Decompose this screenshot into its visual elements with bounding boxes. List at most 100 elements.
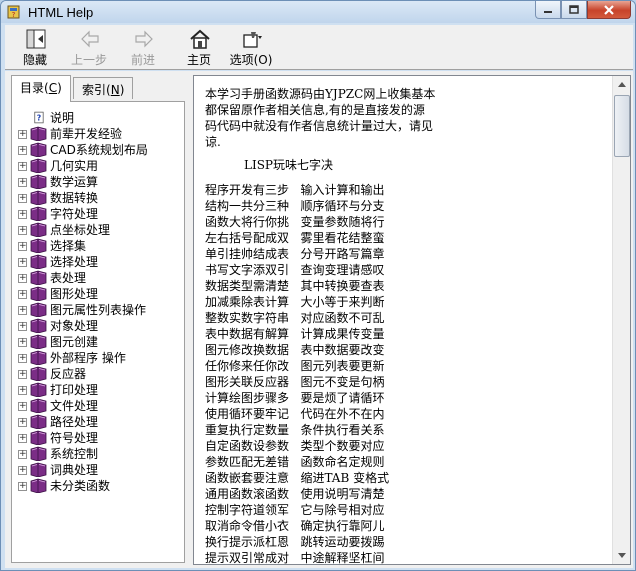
window-title: HTML Help <box>28 5 94 20</box>
back-button[interactable]: 上一步 <box>65 27 113 67</box>
tree-item-label: 字符处理 <box>50 207 99 221</box>
tree-item[interactable]: + 点坐标处理 <box>14 222 182 238</box>
poem-line: 参数匹配无差错 函数命名定规则 <box>205 455 385 469</box>
tree-item[interactable]: + 几何实用 <box>14 158 182 174</box>
poem-line: 图形关联反应器 图元不变是句柄 <box>205 375 385 389</box>
options-button[interactable]: 选项(O) <box>227 27 275 67</box>
minimize-button[interactable] <box>535 1 561 19</box>
expand-plus-icon[interactable]: + <box>18 338 27 347</box>
expand-plus-icon[interactable]: + <box>18 418 27 427</box>
tree-item[interactable]: + CAD系统规划布局 <box>14 142 182 158</box>
tree-item[interactable]: ? 说明 <box>14 110 182 126</box>
expand-plus-icon[interactable]: + <box>18 434 27 443</box>
expand-plus-icon[interactable]: + <box>18 402 27 411</box>
tree-item-label: 选择集 <box>50 239 87 253</box>
tree-item[interactable]: + 系统控制 <box>14 446 182 462</box>
maximize-button[interactable] <box>561 1 587 19</box>
tree-item[interactable]: + 反应器 <box>14 366 182 382</box>
title-bar[interactable]: ? HTML Help <box>1 1 635 23</box>
hide-button[interactable]: 隐藏 <box>11 27 59 67</box>
expand-plus-icon[interactable]: + <box>18 290 27 299</box>
hide-pane-icon <box>26 29 46 49</box>
poem-line: 提示双引常成对 中途解释坚杠间 <box>205 551 385 565</box>
expand-plus-icon[interactable]: + <box>18 306 27 315</box>
expand-plus-icon[interactable]: + <box>18 450 27 459</box>
tab-contents[interactable]: 目录(C) <box>11 75 71 102</box>
expand-plus-icon[interactable]: + <box>18 226 27 235</box>
expand-plus-icon[interactable]: + <box>18 178 27 187</box>
expand-plus-icon[interactable]: + <box>18 162 27 171</box>
tree-item[interactable]: + 图形处理 <box>14 286 182 302</box>
expand-plus-icon[interactable]: + <box>18 210 27 219</box>
poem-line: 使用循环要牢记 代码在外不在内 <box>205 407 385 421</box>
tree-item[interactable]: + 表处理 <box>14 270 182 286</box>
tree-item[interactable]: + 选择处理 <box>14 254 182 270</box>
intro-line: 谅. <box>205 135 221 149</box>
tree-item[interactable]: + 词典处理 <box>14 462 182 478</box>
book-icon <box>30 126 47 141</box>
book-icon <box>30 382 47 397</box>
tree-item[interactable]: + 数学运算 <box>14 174 182 190</box>
tree-item-label: 反应器 <box>50 367 87 381</box>
expand-plus-icon[interactable]: + <box>18 242 27 251</box>
book-icon <box>30 222 47 237</box>
book-icon <box>30 430 47 445</box>
options-label: 选项(O) <box>229 53 273 67</box>
expand-plus-icon[interactable]: + <box>18 322 27 331</box>
home-label: 主页 <box>186 53 211 67</box>
vertical-scrollbar[interactable] <box>612 76 630 564</box>
maximize-icon <box>569 5 579 14</box>
poem-line: 通用函数滚函数 使用说明写清楚 <box>205 487 385 501</box>
tree-item[interactable]: + 外部程序 操作 <box>14 350 182 366</box>
poem-line: 换行提示派杠恩 跳转运动要拨踢 <box>205 535 385 549</box>
pane-splitter[interactable] <box>185 71 193 568</box>
back-label: 上一步 <box>70 53 107 67</box>
expand-plus-icon[interactable]: + <box>18 354 27 363</box>
tree-item-label: 词典处理 <box>50 463 99 477</box>
tree-item[interactable]: + 字符处理 <box>14 206 182 222</box>
poem-line: 函数嵌套要注意 缩进TAB 变格式 <box>205 471 390 485</box>
tab-contents-label: 目录 <box>20 81 45 95</box>
expand-plus-icon[interactable]: + <box>18 482 27 491</box>
minimize-icon <box>544 10 552 13</box>
forward-button[interactable]: 前进 <box>119 27 167 67</box>
book-icon <box>30 270 47 285</box>
expand-plus-icon[interactable]: + <box>18 194 27 203</box>
expand-plus-icon[interactable]: + <box>18 386 27 395</box>
expand-plus-icon[interactable]: + <box>18 466 27 475</box>
expand-plus-icon[interactable]: + <box>18 370 27 379</box>
tree-item[interactable]: + 文件处理 <box>14 398 182 414</box>
tree-item[interactable]: + 打印处理 <box>14 382 182 398</box>
tree-item[interactable]: + 路径处理 <box>14 414 182 430</box>
scroll-thumb[interactable] <box>614 95 630 157</box>
tree-item-label: 图元创建 <box>50 335 99 349</box>
tree-item-label: CAD系统规划布局 <box>50 143 148 157</box>
help-book-icon: ? <box>7 5 20 19</box>
tree-item[interactable]: + 图元创建 <box>14 334 182 350</box>
intro-line: 本学习手册函数源码由YJPZC网上收集基本 <box>205 87 436 101</box>
scroll-down-button[interactable] <box>614 547 629 564</box>
contents-panel: ? 说明 + 前辈开发经验 + CAD系统规划布局 + 几何实用 + 数学运算 + 数据转换 + 字符处理… <box>11 101 185 563</box>
expand-plus-icon[interactable]: + <box>18 274 27 283</box>
expand-plus-icon[interactable]: + <box>18 258 27 267</box>
tree-item[interactable]: + 图元属性列表操作 <box>14 302 182 318</box>
svg-text:?: ? <box>12 11 16 19</box>
tree-item[interactable]: + 数据转换 <box>14 190 182 206</box>
poem-line: 程序开发有三步 输入计算和输出 <box>205 183 385 197</box>
poem-line: 取消命令借小衣 确定执行靠阿儿 <box>205 519 385 533</box>
book-icon <box>30 190 47 205</box>
close-button[interactable] <box>587 1 631 19</box>
tree-item[interactable]: + 前辈开发经验 <box>14 126 182 142</box>
expand-plus-icon[interactable]: + <box>18 146 27 155</box>
tree-item-label: 系统控制 <box>50 447 99 461</box>
tree-item[interactable]: + 符号处理 <box>14 430 182 446</box>
tree-item[interactable]: + 选择集 <box>14 238 182 254</box>
tab-index[interactable]: 索引(N) <box>73 77 133 99</box>
scroll-up-button[interactable] <box>614 76 629 93</box>
tree-item[interactable]: + 对象处理 <box>14 318 182 334</box>
poem-line: 控制字符道领军 它与除号相对应 <box>205 503 385 517</box>
expand-plus-icon[interactable]: + <box>18 130 27 139</box>
tree-item[interactable]: + 未分类函数 <box>14 478 182 494</box>
home-button[interactable]: 主页 <box>175 27 223 67</box>
tab-contents-key: C <box>48 81 58 95</box>
